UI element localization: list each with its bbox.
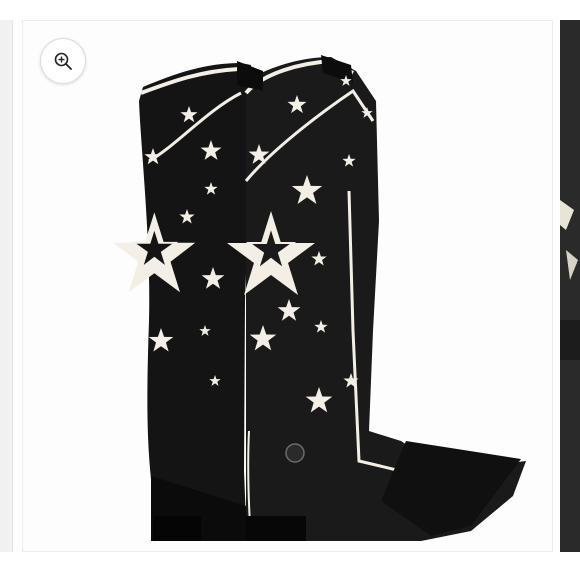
next-thumbnail-preview — [560, 20, 580, 552]
zoom-button[interactable] — [40, 38, 86, 84]
main-product-image[interactable] — [22, 20, 553, 552]
product-gallery — [0, 0, 580, 580]
boots-illustration — [113, 55, 526, 542]
previous-image-edge[interactable] — [0, 20, 13, 552]
next-image-edge[interactable] — [560, 20, 580, 552]
zoom-in-icon — [54, 52, 72, 70]
